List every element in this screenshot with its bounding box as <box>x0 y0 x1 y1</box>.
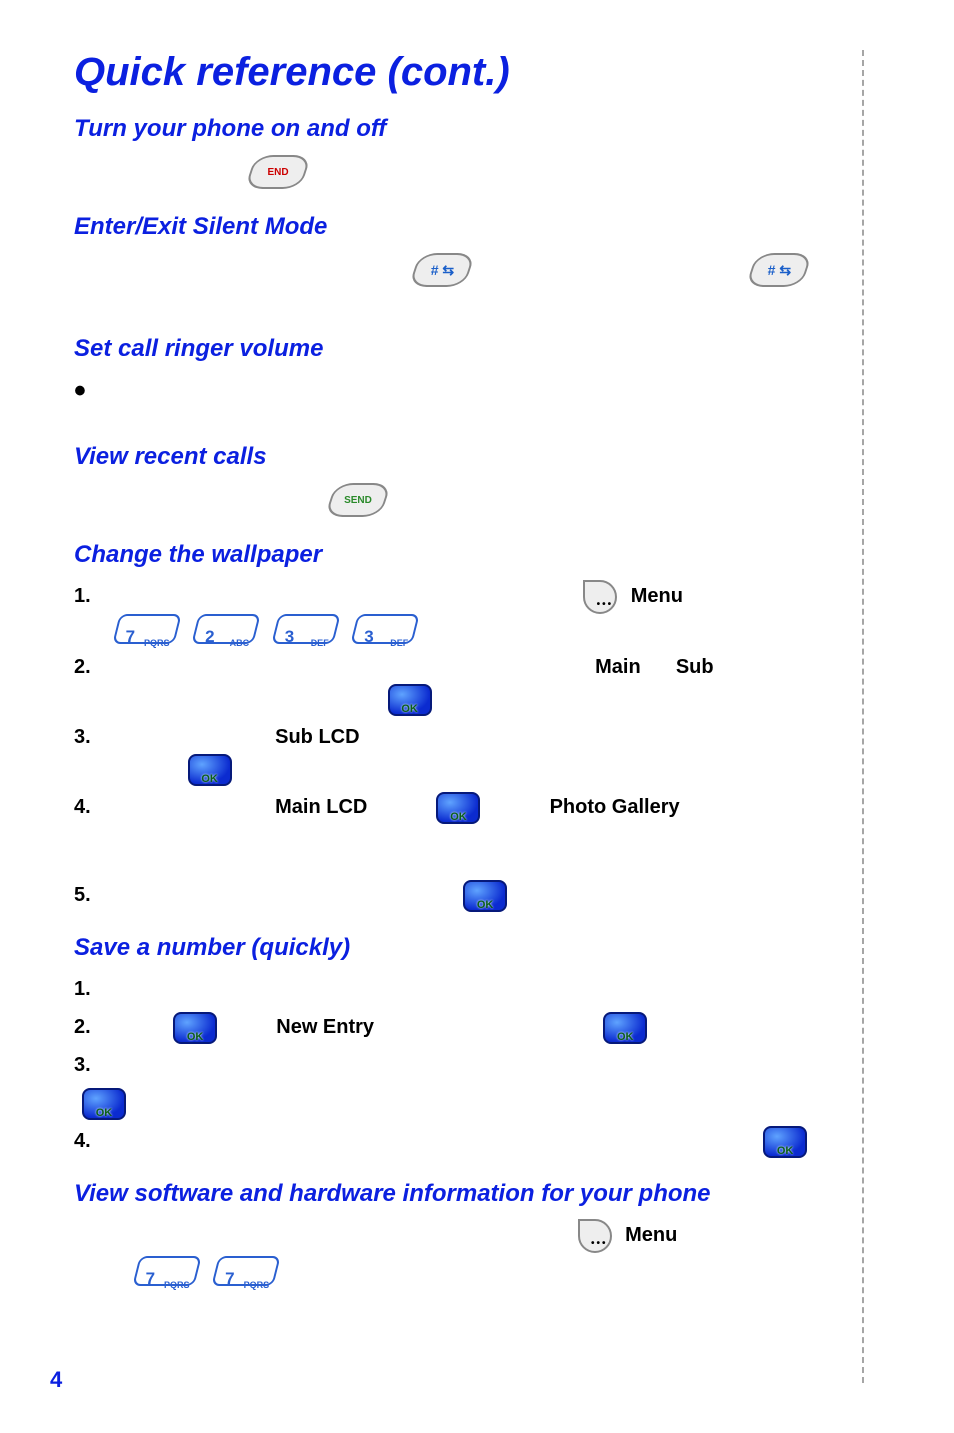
left-softkey-icon: ••• <box>578 1219 612 1253</box>
list-item: 5. <box>74 876 864 914</box>
sub-lcd-label: Sub LCD <box>275 726 359 748</box>
send-key-icon: SEND <box>330 483 386 517</box>
ok-key-icon <box>188 754 232 786</box>
key-3-icon: 3DEF <box>275 614 337 644</box>
list-item <box>74 750 864 788</box>
key-3-icon: 3DEF <box>354 614 416 644</box>
new-entry-label: New Entry <box>276 1016 374 1038</box>
list-item: 1. <box>74 970 864 1008</box>
step-number: 3. <box>74 1046 104 1084</box>
list-item: 3. <box>74 1046 864 1122</box>
main-lcd-label: Main LCD <box>275 796 367 818</box>
page-content: Quick reference (cont.) Turn your phone … <box>74 50 864 1290</box>
list-item: 2. New Entry <box>74 1008 864 1046</box>
step-number: 2. <box>74 1008 104 1046</box>
photo-gallery-label: Photo Gallery <box>550 796 680 818</box>
step-number: 4. <box>74 788 104 826</box>
list-item <box>74 680 864 718</box>
section-turn-phone: Turn your phone on and off <box>74 115 864 143</box>
ok-key-icon <box>763 1126 807 1158</box>
key-7-icon: 7PQRS <box>116 614 178 644</box>
ok-key-icon <box>463 880 507 912</box>
menu-label: Menu <box>625 1224 677 1246</box>
section-wallpaper: Change the wallpaper <box>74 541 864 569</box>
page-number: 4 <box>50 1367 62 1393</box>
section-recent-calls: View recent calls <box>74 443 864 471</box>
bullet-icon: • <box>74 381 86 401</box>
page-title: Quick reference (cont.) <box>74 50 864 95</box>
sub-label: Sub <box>676 656 714 678</box>
left-softkey-icon: ••• <box>583 580 617 614</box>
wallpaper-steps: 1. ••• Menu 7PQRS 2ABC 3DEF 3DEF 2. Main… <box>74 577 864 914</box>
step-number: 5. <box>74 876 104 914</box>
section-ringer-volume: Set call ringer volume <box>74 335 864 363</box>
step-number: 1. <box>74 970 104 1008</box>
section-view-info: View software and hardware information f… <box>74 1180 864 1208</box>
section-silent-mode: Enter/Exit Silent Mode <box>74 213 864 241</box>
save-number-steps: 1. 2. New Entry 3. 4. <box>74 970 864 1160</box>
key-2-icon: 2ABC <box>195 614 257 644</box>
main-label: Main <box>595 656 641 678</box>
ok-key-icon <box>603 1012 647 1044</box>
ok-key-icon <box>82 1088 126 1120</box>
section-save-number: Save a number (quickly) <box>74 934 864 962</box>
ok-key-icon <box>388 684 432 716</box>
ok-key-icon <box>436 792 480 824</box>
hash-key-icon: # ⇆ <box>751 253 807 287</box>
key-7-icon: 7PQRS <box>136 1256 198 1286</box>
ok-key-icon <box>173 1012 217 1044</box>
menu-label: Menu <box>631 585 683 607</box>
list-item: 4. <box>74 1122 864 1160</box>
hash-key-icon: # ⇆ <box>414 253 470 287</box>
key-7-icon: 7PQRS <box>215 1256 277 1286</box>
end-key-icon: END <box>250 155 306 189</box>
